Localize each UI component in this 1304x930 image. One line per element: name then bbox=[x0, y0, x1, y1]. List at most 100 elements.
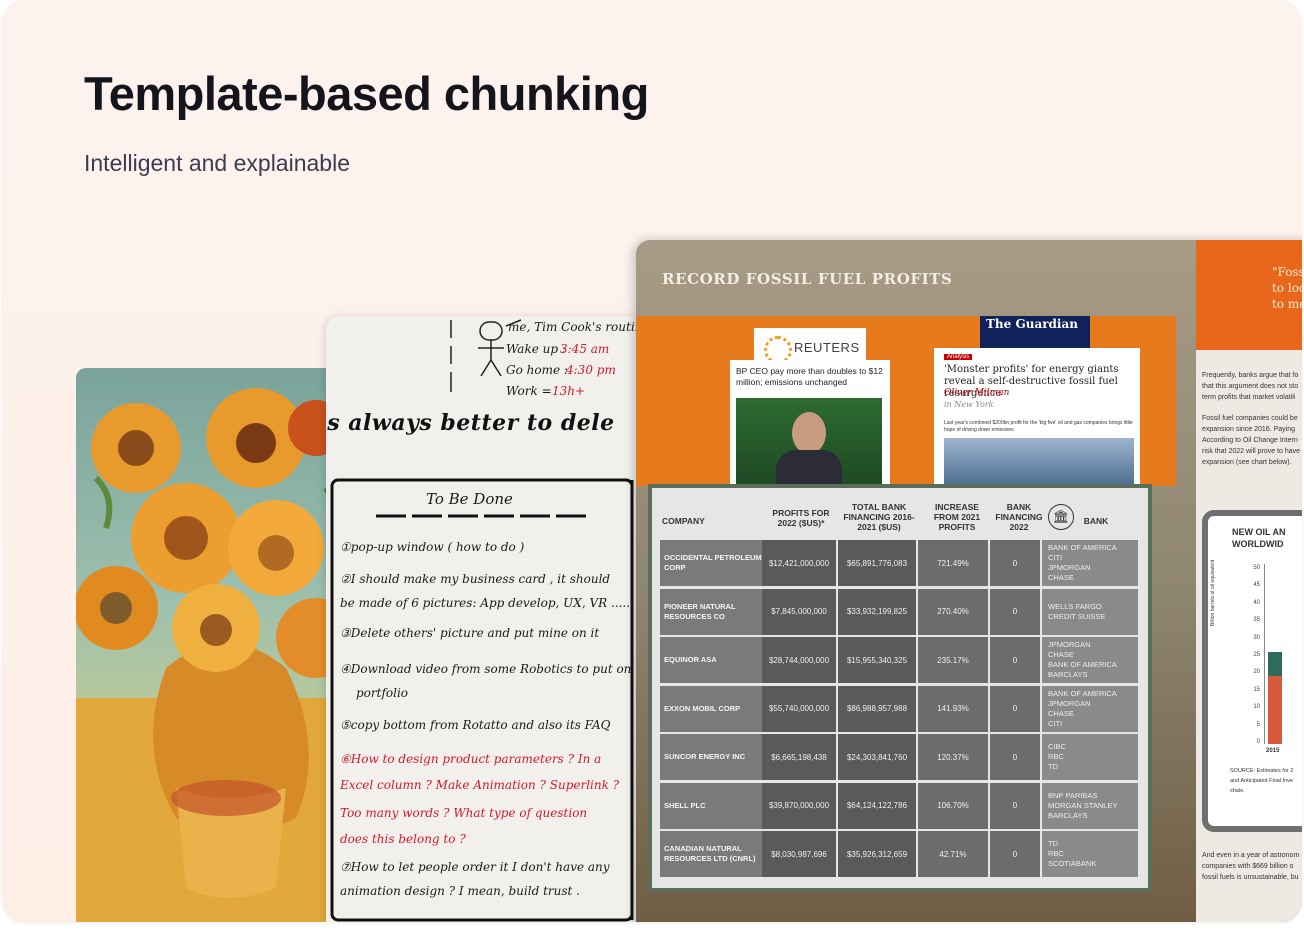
financing-cell: $33,932,199,825 bbox=[838, 588, 916, 635]
page-title: Template-based chunking bbox=[84, 67, 649, 120]
bank-list-cell: WELLS FARGO CREDIT SUISSE bbox=[1042, 588, 1138, 635]
note-line: 13h+ bbox=[552, 384, 586, 398]
company-cell: EQUINOR ASA bbox=[660, 637, 764, 683]
bank-financing-cell: 0 bbox=[990, 540, 1040, 586]
table-header: BANK bbox=[1083, 516, 1109, 526]
note-line: 3:45 am bbox=[560, 342, 610, 356]
footer-text-line: fossil fuels is unsustainable, bu bbox=[1202, 874, 1299, 881]
chart-tick: 40 bbox=[1253, 599, 1260, 606]
guardian-snippet: Last year's combined $200bn profit for t… bbox=[944, 420, 1133, 433]
side-paragraph-line: risk that 2022 will prove to have bbox=[1202, 448, 1301, 455]
chart-axis bbox=[1264, 564, 1265, 744]
table-header: TOTAL BANK FINANCING 2016-2021 ($US) bbox=[843, 502, 915, 532]
footer-text-line: And even in a year of astronom bbox=[1202, 852, 1300, 859]
increase-cell: 270.40% bbox=[918, 588, 988, 635]
profits-cell: $39,870,000,000 bbox=[762, 782, 836, 829]
increase-cell: 235.17% bbox=[918, 637, 988, 683]
chart-tick: 50 bbox=[1253, 565, 1260, 571]
table-header: PROFITS FOR 2022 ($US)* bbox=[772, 508, 830, 528]
chart-tick: 30 bbox=[1253, 634, 1260, 641]
financing-cell: $35,926,312,659 bbox=[838, 831, 916, 877]
fossil-fuel-report-image: "Foss to loc to me RECORD FOSSIL FUEL PR… bbox=[636, 240, 1302, 922]
chart-bar bbox=[1268, 676, 1282, 744]
side-paragraph-line: Frequently, banks argue that fo bbox=[1202, 372, 1299, 379]
financing-cell: $24,303,841,760 bbox=[838, 734, 916, 780]
financing-cell: $86,988,957,988 bbox=[838, 685, 916, 732]
report-heading: RECORD FOSSIL FUEL PROFITS bbox=[662, 270, 953, 288]
note-line: Work = bbox=[506, 384, 552, 398]
table-row: OCCIDENTAL PETROLEUM CORP $12,421,000,000… bbox=[660, 540, 1138, 587]
bank-list-cell: TD RBC SCOTIABANK bbox=[1042, 831, 1138, 877]
bank-icon: 🏛 bbox=[1048, 504, 1074, 530]
bank-list-cell: JPMORGAN CHASE BANK OF AMERICA BARCLAYS bbox=[1042, 637, 1138, 683]
guardian-brand: The Guardian bbox=[986, 317, 1078, 331]
chart-bar bbox=[1268, 652, 1282, 676]
reuters-headline: BP CEO pay more than doubles to $12 mill… bbox=[736, 366, 883, 387]
increase-cell: 141.93% bbox=[918, 685, 988, 732]
note-item: animation design ? I mean, build trust . bbox=[340, 884, 580, 898]
bank-list-cell: BANK OF AMERICA CITI JPMORGAN CHASE bbox=[1042, 540, 1138, 586]
bank-list-cell: BNP PARIBAS MORGAN STANLEY BARCLAYS bbox=[1042, 782, 1138, 829]
side-paragraph-line: expansion since 2016. Paying bbox=[1202, 426, 1296, 433]
note-banner: 's always better to dele bbox=[326, 410, 615, 436]
note-line: Go home : bbox=[506, 363, 568, 377]
table-row: SHELL PLC $39,870,000,000 $64,124,122,786 1… bbox=[660, 782, 1138, 830]
feature-card: Template-based chunking Intelligent and … bbox=[2, 0, 1302, 922]
bank-list-cell: CIBC RBC TD bbox=[1042, 734, 1138, 780]
oil-chart-title: NEW OIL AN WORLDWID bbox=[1232, 527, 1286, 549]
note-item: be made of 6 pictures: App develop, UX, … bbox=[340, 596, 634, 610]
table-row: PIONEER NATURAL RESOURCES CO $7,845,000,0… bbox=[660, 588, 1138, 636]
reuters-article: BP CEO pay more than doubles to $12 mill… bbox=[730, 360, 890, 484]
note-item: does this belong to ? bbox=[340, 832, 466, 846]
guardian-author: Oliver Milman bbox=[944, 388, 1010, 398]
increase-cell: 721.49% bbox=[918, 540, 988, 586]
reuters-brand: REUTERS bbox=[794, 340, 860, 355]
bank-list-cell: BANK OF AMERICA JPMORGAN CHASE CITI bbox=[1042, 685, 1138, 732]
increase-cell: 120.37% bbox=[918, 734, 988, 780]
guardian-tag: Analysis bbox=[944, 354, 973, 360]
financing-cell: $65,891,776,083 bbox=[838, 540, 916, 586]
profits-cell: $12,421,000,000 bbox=[762, 540, 836, 586]
company-cell: EXXON MOBIL CORP bbox=[660, 685, 764, 732]
footer-text-line: companies with $669 billion o bbox=[1202, 863, 1294, 870]
chart-source: SOURCE: Estimates for 2 bbox=[1230, 768, 1294, 774]
note-item: ⑥How to design product parameters ? In a bbox=[340, 752, 602, 766]
table-header: COMPANY bbox=[662, 516, 705, 526]
report-quote: "Foss to loc to me bbox=[1272, 265, 1302, 311]
note-item: Excel column ? Make Animation ? Superlin… bbox=[340, 778, 620, 792]
note-line: me, Tim Cook's routine bbox=[508, 320, 650, 334]
oil-chart-panel: NEW OIL AN WORLDWID 50 45 40 35 30 25 20… bbox=[1202, 510, 1302, 832]
side-paragraph-line: term profits that market volatili bbox=[1202, 394, 1296, 401]
bank-financing-cell: 0 bbox=[990, 637, 1040, 683]
note-line: 4:30 pm bbox=[566, 363, 616, 377]
guardian-photo bbox=[944, 438, 1134, 484]
chart-tick: 35 bbox=[1253, 617, 1260, 624]
handwritten-note-image: me, Tim Cook's routine Wake up : 3:45 am… bbox=[326, 316, 656, 922]
table-row: SUNCOR ENERGY INC $6,665,198,438 $24,303,8… bbox=[660, 734, 1138, 781]
table-header: BANK FINANCING 2022 bbox=[995, 502, 1043, 532]
company-cell: PIONEER NATURAL RESOURCES CO bbox=[660, 588, 764, 635]
company-cell: SUNCOR ENERGY INC bbox=[660, 734, 764, 780]
fossil-profits-table: COMPANY PROFITS FOR 2022 ($US)* TOTAL BA… bbox=[648, 484, 1152, 892]
reuters-photo bbox=[736, 398, 882, 484]
note-item: portfolio bbox=[356, 686, 409, 700]
bank-financing-cell: 0 bbox=[990, 831, 1040, 877]
profits-cell: $7,845,000,000 bbox=[762, 588, 836, 635]
table-header: INCREASE FROM 2021 PROFITS bbox=[933, 502, 981, 532]
financing-cell: $15,955,340,325 bbox=[838, 637, 916, 683]
guardian-masthead: The Guardian bbox=[980, 316, 1090, 350]
profits-cell: $6,665,198,438 bbox=[762, 734, 836, 780]
note-item: ⑤copy bottom from Rotatto and also its F… bbox=[340, 718, 611, 732]
profits-cell: $55,740,000,000 bbox=[762, 685, 836, 732]
side-paragraph-line: expansion (see chart below). bbox=[1202, 459, 1292, 466]
side-paragraph-line: that this argument does not sto bbox=[1202, 383, 1299, 390]
chart-year: 2015 bbox=[1266, 748, 1280, 754]
note-line: Wake up : bbox=[506, 342, 566, 356]
note-item: ③Delete others' picture and put mine on … bbox=[340, 626, 600, 640]
chart-tick: 25 bbox=[1253, 652, 1260, 659]
note-item: ①pop-up window ( how to do ) bbox=[340, 540, 525, 554]
company-cell: CANADIAN NATURAL RESOURCES LTD (CNRL) bbox=[660, 831, 764, 877]
chart-ylabel: Billion barrels of oil equivalent bbox=[1210, 559, 1216, 626]
financing-cell: $64,124,122,786 bbox=[838, 782, 916, 829]
note-item: Too many words ? What type of question bbox=[340, 806, 588, 820]
